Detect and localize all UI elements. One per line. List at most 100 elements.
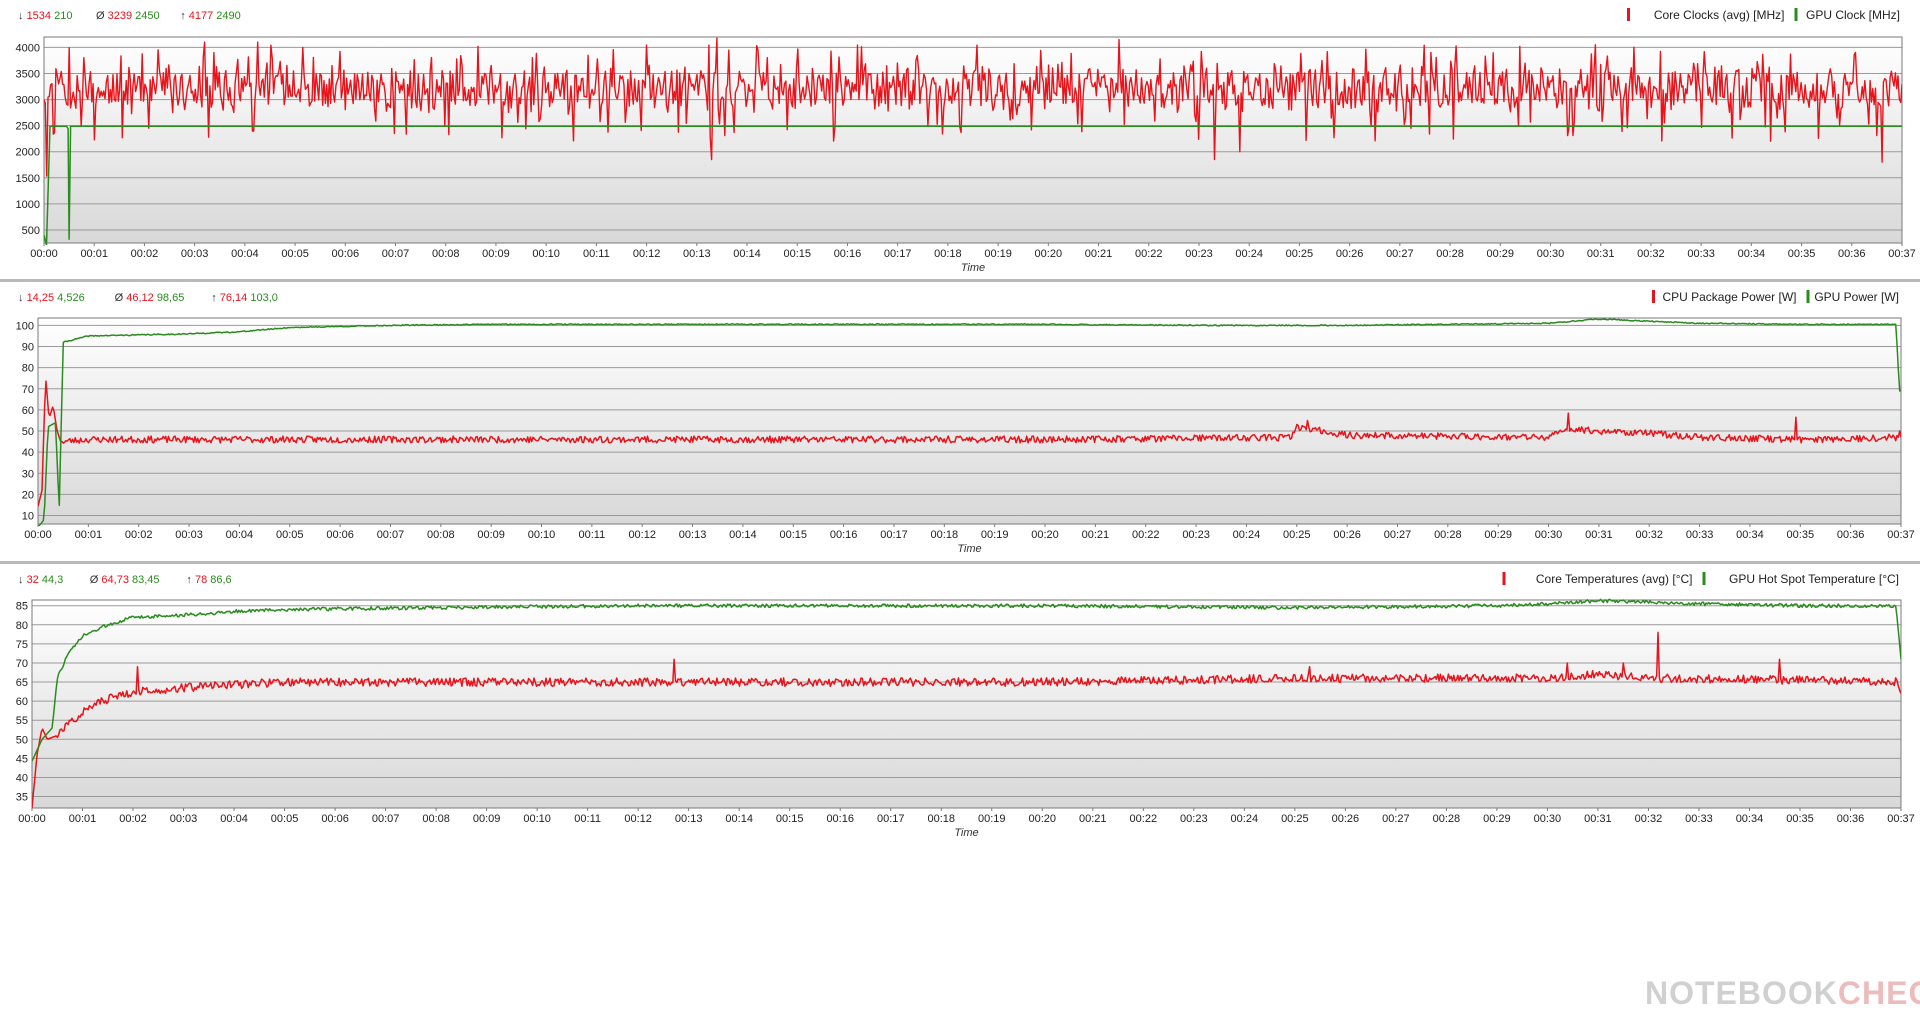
- x-tick-label: 00:22: [1132, 529, 1160, 541]
- x-tick-label: 00:28: [1436, 248, 1464, 260]
- x-tick-label: 00:00: [18, 813, 46, 825]
- legend-label: GPU Clock [MHz]: [1806, 8, 1900, 22]
- y-tick-label: 60: [16, 696, 28, 708]
- x-tick-label: 00:30: [1537, 248, 1565, 260]
- x-tick-label: 00:09: [482, 248, 510, 260]
- stat-max: ↑ 78 86,6: [186, 574, 231, 586]
- stat-min: ↓ 32 44,3: [18, 574, 63, 586]
- watermark-logo: NOTEBOOKCHECK: [1645, 975, 1920, 1011]
- x-tick-label: 00:20: [1035, 248, 1063, 260]
- x-tick-label: 00:18: [931, 529, 959, 541]
- x-tick-label: 00:04: [226, 529, 254, 541]
- x-tick-label: 00:07: [377, 529, 405, 541]
- x-tick-label: 00:07: [382, 248, 410, 260]
- x-tick-label: 00:24: [1231, 813, 1259, 825]
- x-tick-label: 00:23: [1185, 248, 1213, 260]
- y-tick-label: 2500: [16, 121, 40, 133]
- x-tick-label: 00:06: [321, 813, 349, 825]
- x-tick-label: 00:35: [1786, 813, 1814, 825]
- y-tick-label: 75: [16, 639, 28, 651]
- x-tick-label: 00:09: [477, 529, 505, 541]
- legend-label: Core Temperatures (avg) [°C]: [1536, 572, 1693, 586]
- x-tick-label: 00:05: [276, 529, 304, 541]
- x-tick-label: 00:21: [1085, 248, 1113, 260]
- y-tick-label: 35: [16, 792, 28, 804]
- x-tick-label: 00:02: [131, 248, 159, 260]
- y-tick-label: 30: [22, 468, 34, 480]
- y-tick-label: 40: [16, 772, 28, 784]
- y-tick-label: 70: [16, 658, 28, 670]
- x-tick-label: 00:16: [834, 248, 862, 260]
- x-tick-label: 00:14: [725, 813, 753, 825]
- x-tick-label: 00:23: [1180, 813, 1208, 825]
- y-tick-label: 20: [22, 489, 34, 501]
- x-tick-label: 00:29: [1483, 813, 1511, 825]
- x-tick-label: 00:15: [780, 529, 808, 541]
- x-tick-label: 00:23: [1182, 529, 1210, 541]
- x-tick-label: 00:37: [1887, 529, 1915, 541]
- y-tick-label: 100: [16, 320, 34, 332]
- plot-background: [32, 600, 1901, 808]
- stat-min: ↓ 1534 210: [18, 10, 72, 22]
- x-tick-label: 00:13: [679, 529, 707, 541]
- x-tick-label: 00:33: [1687, 248, 1715, 260]
- y-tick-label: 60: [22, 405, 34, 417]
- x-tick-label: 00:14: [733, 248, 761, 260]
- x-tick-label: 00:02: [125, 529, 153, 541]
- stat-avg: Ø 3239 2450: [96, 10, 160, 22]
- x-tick-label: 00:03: [181, 248, 209, 260]
- x-tick-label: 00:17: [877, 813, 905, 825]
- x-tick-label: 00:26: [1333, 529, 1361, 541]
- x-tick-label: 00:10: [528, 529, 556, 541]
- x-tick-label: 00:17: [880, 529, 908, 541]
- temperature-chart-panel: 35 40 45 50 55 60 65 70 75 80 85 00:00 00:01 00:02 00:…: [0, 564, 1920, 1035]
- x-tick-label: 00:21: [1082, 529, 1110, 541]
- x-tick-label: 00:16: [830, 529, 858, 541]
- x-tick-label: 00:34: [1738, 248, 1766, 260]
- plot-background: [38, 318, 1901, 524]
- x-tick-label: 00:09: [473, 813, 501, 825]
- y-tick-label: 55: [16, 715, 28, 727]
- legend-swatch: [1502, 572, 1506, 585]
- x-tick-label: 00:12: [633, 248, 661, 260]
- x-tick-label: 00:30: [1534, 813, 1562, 825]
- x-tick-label: 00:19: [984, 248, 1012, 260]
- x-tick-label: 00:24: [1235, 248, 1263, 260]
- x-tick-label: 00:17: [884, 248, 912, 260]
- x-tick-label: 00:16: [826, 813, 854, 825]
- x-tick-label: 00:21: [1079, 813, 1107, 825]
- x-tick-label: 00:18: [927, 813, 955, 825]
- legend-label: Core Clocks (avg) [MHz]: [1654, 8, 1785, 22]
- y-tick-label: 3000: [16, 95, 40, 107]
- x-tick-label: 00:15: [783, 248, 811, 260]
- x-tick-label: 00:28: [1434, 529, 1462, 541]
- x-tick-label: 00:00: [30, 248, 58, 260]
- legend-swatch: [1806, 290, 1810, 303]
- power-chart-panel: 10 20 30 40 50 60 70 80 90 100 00:00 00:01 00:02 00:0…: [0, 282, 1920, 561]
- x-tick-label: 00:30: [1535, 529, 1563, 541]
- x-tick-label: 00:20: [1029, 813, 1057, 825]
- x-tick-label: 00:22: [1130, 813, 1158, 825]
- y-tick-label: 3500: [16, 69, 40, 81]
- legend-swatch: [1794, 8, 1798, 21]
- x-tick-label: 00:22: [1135, 248, 1163, 260]
- y-tick-label: 70: [22, 384, 34, 396]
- legend-swatch: [1652, 290, 1655, 303]
- y-tick-label: 500: [22, 225, 40, 237]
- x-tick-label: 00:24: [1233, 529, 1261, 541]
- y-tick-label: 1000: [16, 199, 40, 211]
- y-tick-label: 1500: [16, 173, 40, 185]
- x-tick-label: 00:26: [1336, 248, 1364, 260]
- x-tick-label: 00:26: [1332, 813, 1360, 825]
- x-tick-label: 00:10: [532, 248, 560, 260]
- x-tick-label: 00:02: [119, 813, 147, 825]
- y-tick-label: 2000: [16, 147, 40, 159]
- x-tick-label: 00:01: [69, 813, 97, 825]
- x-tick-label: 00:25: [1286, 248, 1314, 260]
- legend-swatch: [1702, 572, 1706, 585]
- x-tick-label: 00:00: [24, 529, 52, 541]
- x-tick-label: 00:25: [1283, 529, 1311, 541]
- x-tick-label: 00:11: [583, 248, 610, 260]
- x-tick-label: 00:13: [683, 248, 711, 260]
- x-tick-label: 00:11: [574, 813, 601, 825]
